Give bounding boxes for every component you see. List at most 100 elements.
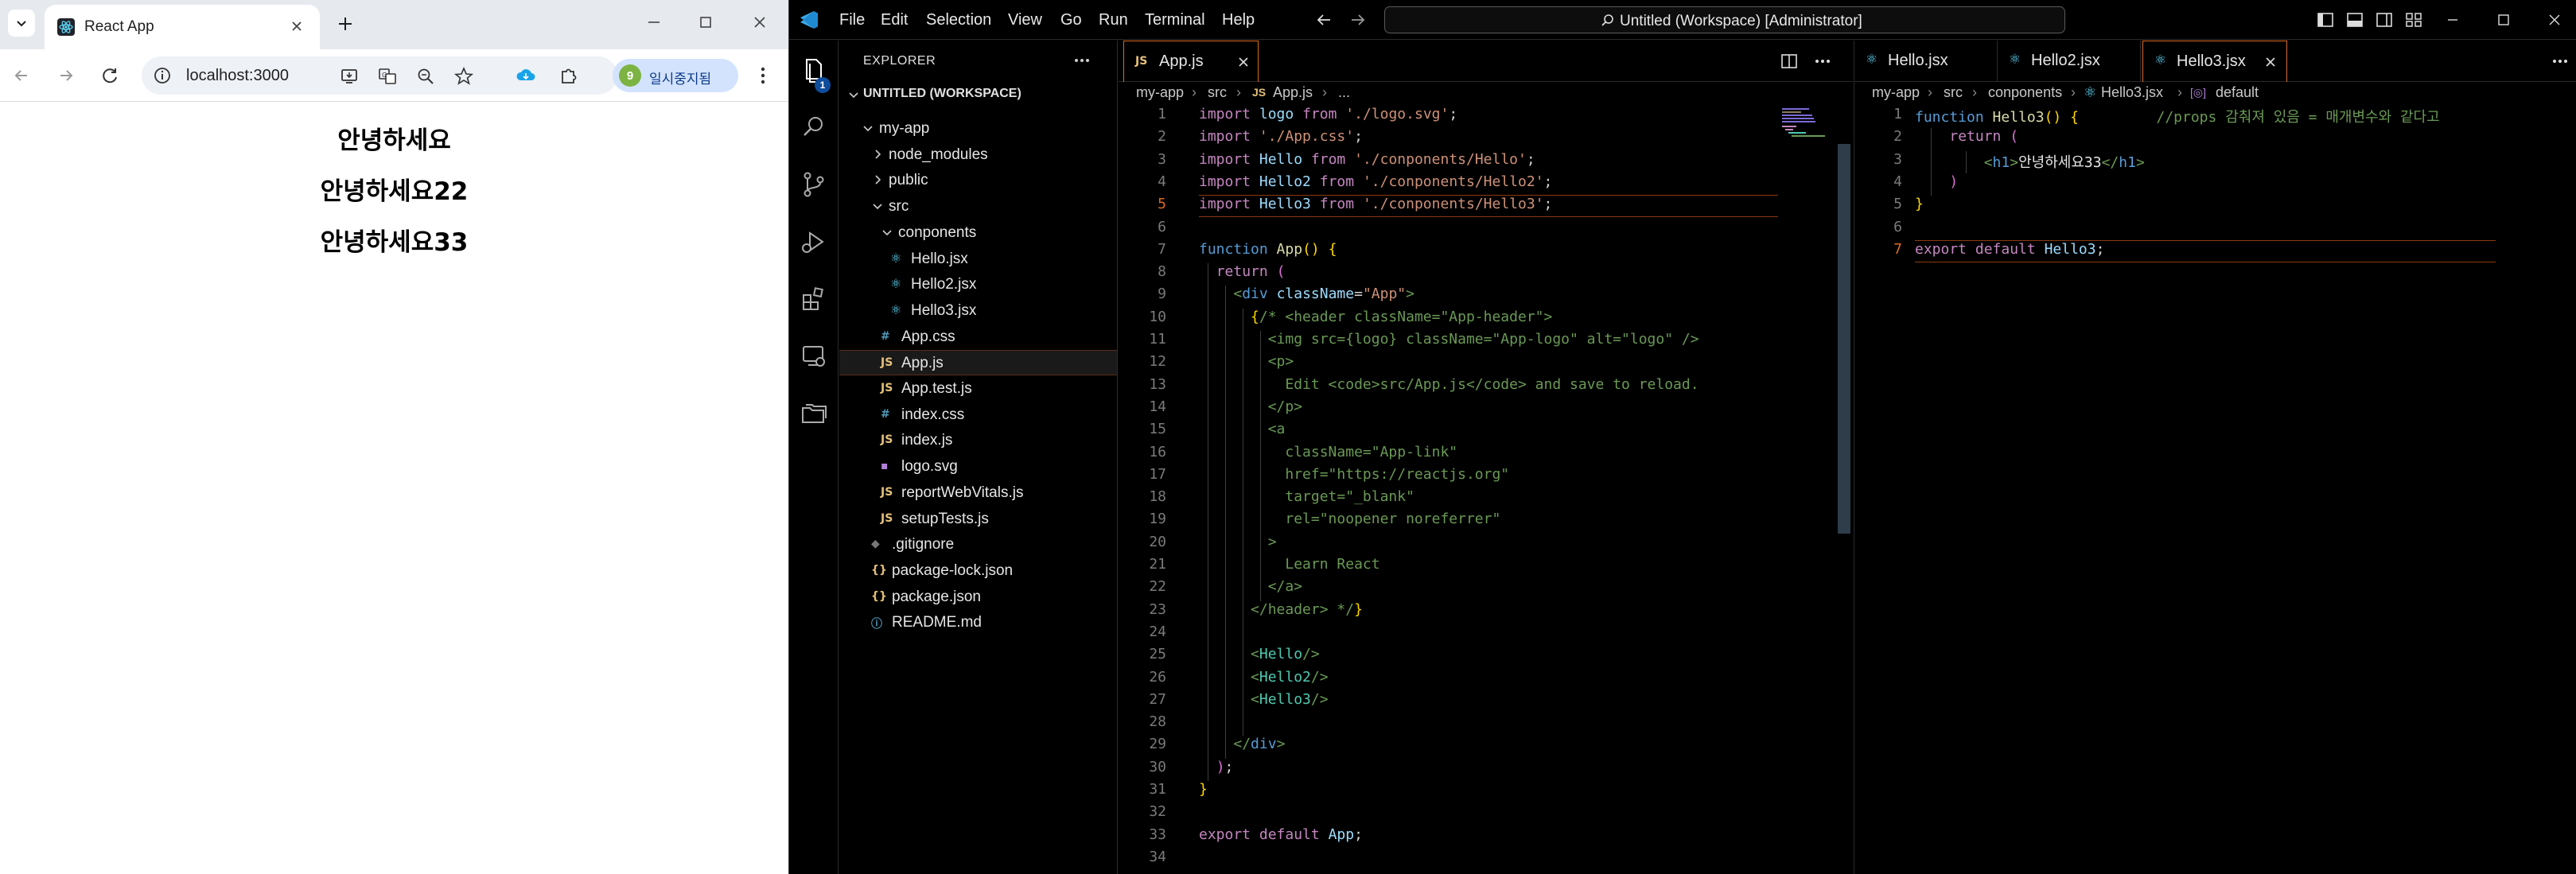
breadcrumb-item[interactable]: conponents	[1988, 84, 2062, 101]
tree-item[interactable]: ⓘ README.md	[839, 610, 1117, 635]
translate-icon[interactable]: G	[377, 66, 398, 87]
breadcrumb-item[interactable]: my-app	[1872, 84, 1920, 101]
extension-cloud-icon[interactable]	[514, 64, 538, 87]
code-line[interactable]: {/* <header className="App-header">	[1199, 309, 1552, 325]
kebab-menu-icon[interactable]	[751, 64, 775, 87]
tree-item[interactable]: node_modules	[839, 142, 1117, 168]
code-line[interactable]: </a>	[1199, 578, 1302, 595]
toggle-secondary-sidebar-icon[interactable]	[2375, 10, 2394, 29]
close-window-icon[interactable]	[749, 11, 771, 33]
breadcrumb-item[interactable]: default	[2216, 84, 2259, 101]
minimap[interactable]	[1777, 106, 1849, 138]
code-line[interactable]: >	[1199, 534, 1277, 550]
chevron-down-icon[interactable]	[847, 88, 860, 101]
close-icon[interactable]	[288, 17, 305, 35]
close-icon[interactable]	[2263, 54, 2278, 70]
breadcrumb-item[interactable]: App.js	[1273, 84, 1313, 101]
profile-paused-button[interactable]: 9 일시중지됨	[613, 59, 738, 92]
code-line[interactable]: rel="noopener noreferrer"	[1199, 511, 1500, 527]
new-tab-plus-icon[interactable]	[334, 13, 356, 35]
menu-view[interactable]: View	[1008, 11, 1042, 29]
code-line[interactable]: export default Hello3;	[1915, 241, 2104, 258]
remote-explorer-icon[interactable]	[799, 341, 829, 371]
code-line[interactable]: }	[1915, 196, 1924, 212]
tab-hello2-jsx[interactable]: ⚛ Hello2.jsx	[1998, 41, 2141, 82]
more-actions-icon[interactable]	[1072, 52, 1092, 69]
tree-item[interactable]: JS reportWebVitals.js	[839, 480, 1117, 506]
tree-item[interactable]: my-app	[839, 116, 1117, 142]
close-window-icon[interactable]	[2545, 10, 2564, 29]
toggle-primary-sidebar-icon[interactable]	[2316, 10, 2335, 29]
tab-hello3-jsx[interactable]: ⚛ Hello3.jsx	[2142, 41, 2287, 82]
customize-layout-icon[interactable]	[2404, 10, 2423, 29]
menu-run[interactable]: Run	[1099, 11, 1128, 29]
menu-selection[interactable]: Selection	[926, 11, 991, 29]
back-arrow-icon[interactable]	[10, 64, 33, 87]
tree-item[interactable]: JS setupTests.js	[839, 507, 1117, 532]
tree-item[interactable]: src	[839, 194, 1117, 219]
breadcrumb-item[interactable]: src	[1208, 84, 1227, 101]
address-bar[interactable]: localhost:3000 G	[142, 56, 617, 95]
site-info-icon[interactable]	[153, 66, 172, 85]
tree-item[interactable]: public	[839, 168, 1117, 193]
code-line[interactable]: <Hello3/>	[1199, 691, 1329, 708]
zoom-icon[interactable]	[415, 66, 436, 87]
tab-app-js[interactable]: JS App.js	[1123, 41, 1259, 82]
tab-hello-jsx[interactable]: ⚛ Hello.jsx	[1854, 41, 1998, 82]
breadcrumb-item[interactable]: ...	[1338, 84, 1350, 101]
go-back-icon[interactable]	[1314, 10, 1333, 29]
code-line[interactable]: href="https://reactjs.org"	[1199, 466, 1509, 483]
extensions-icon[interactable]	[799, 284, 829, 314]
code-line[interactable]: <div className="App">	[1199, 286, 1414, 302]
code-line[interactable]: return (	[1199, 263, 1286, 280]
code-line[interactable]: import Hello from './conponents/Hello';	[1199, 151, 1535, 168]
tab-search-button[interactable]	[8, 10, 35, 37]
install-app-icon[interactable]	[339, 66, 360, 87]
tree-item[interactable]: {} package-lock.json	[839, 558, 1117, 584]
more-actions-icon[interactable]	[1812, 51, 1833, 72]
tree-item[interactable]: ⚛ Hello.jsx	[839, 247, 1117, 272]
close-icon[interactable]	[1235, 54, 1251, 70]
tree-item[interactable]: # index.css	[839, 402, 1117, 428]
maximize-icon[interactable]	[695, 11, 717, 33]
extensions-puzzle-icon[interactable]	[557, 64, 581, 87]
run-and-debug-icon[interactable]	[799, 227, 829, 257]
split-editor-icon[interactable]	[1779, 51, 1800, 72]
code-line[interactable]: import Hello3 from './conponents/Hello3'…	[1199, 196, 1552, 212]
code-line[interactable]: import logo from './logo.svg';	[1199, 106, 1457, 122]
chevron-down-icon[interactable]	[881, 226, 893, 239]
breadcrumb-item[interactable]: Hello3.jsx	[2101, 84, 2163, 101]
tree-item[interactable]: ▪ logo.svg	[839, 454, 1117, 480]
code-line[interactable]: </header> */}	[1199, 601, 1363, 618]
code-line[interactable]: );	[1199, 759, 1234, 775]
reload-icon[interactable]	[99, 64, 123, 87]
menu-edit[interactable]: Edit	[881, 11, 908, 29]
scrollbar-thumb[interactable]	[1838, 144, 1850, 534]
code-line[interactable]: function App() {	[1199, 241, 1337, 258]
code-line[interactable]: function Hello3() { //props 감춰져 있음 = 매개변…	[1915, 106, 2440, 126]
code-line[interactable]: </div>	[1199, 736, 1285, 752]
code-line[interactable]: <Hello2/>	[1199, 669, 1329, 686]
search-icon[interactable]	[799, 112, 829, 142]
code-line[interactable]: </p>	[1199, 398, 1302, 415]
chevron-down-icon[interactable]	[871, 200, 884, 212]
go-forward-icon[interactable]	[1348, 10, 1368, 29]
source-control-icon[interactable]	[799, 169, 829, 200]
url-text[interactable]: localhost:3000	[186, 67, 289, 85]
tree-item[interactable]: JS App.js	[839, 350, 1117, 376]
code-line[interactable]: target="_blank"	[1199, 488, 1414, 505]
tree-item[interactable]: conponents	[839, 220, 1117, 246]
code-line[interactable]: import './App.css';	[1199, 128, 1363, 145]
menu-help[interactable]: Help	[1222, 11, 1255, 29]
code-line[interactable]: <img src={logo} className="App-logo" alt…	[1199, 331, 1699, 348]
tree-item[interactable]: # App.css	[839, 324, 1117, 350]
code-line[interactable]: className="App-link"	[1199, 444, 1457, 460]
tree-item[interactable]: {} package.json	[839, 585, 1117, 610]
code-line[interactable]: import Hello2 from './conponents/Hello2'…	[1199, 173, 1552, 190]
breadcrumb-item[interactable]: my-app	[1136, 84, 1184, 101]
toggle-panel-icon[interactable]	[2345, 10, 2364, 29]
bookmark-star-icon[interactable]	[453, 66, 474, 87]
browser-tab-react-app[interactable]: React App	[45, 5, 320, 49]
code-line[interactable]: export default App;	[1199, 826, 1363, 843]
code-line[interactable]: Learn React	[1199, 556, 1379, 573]
